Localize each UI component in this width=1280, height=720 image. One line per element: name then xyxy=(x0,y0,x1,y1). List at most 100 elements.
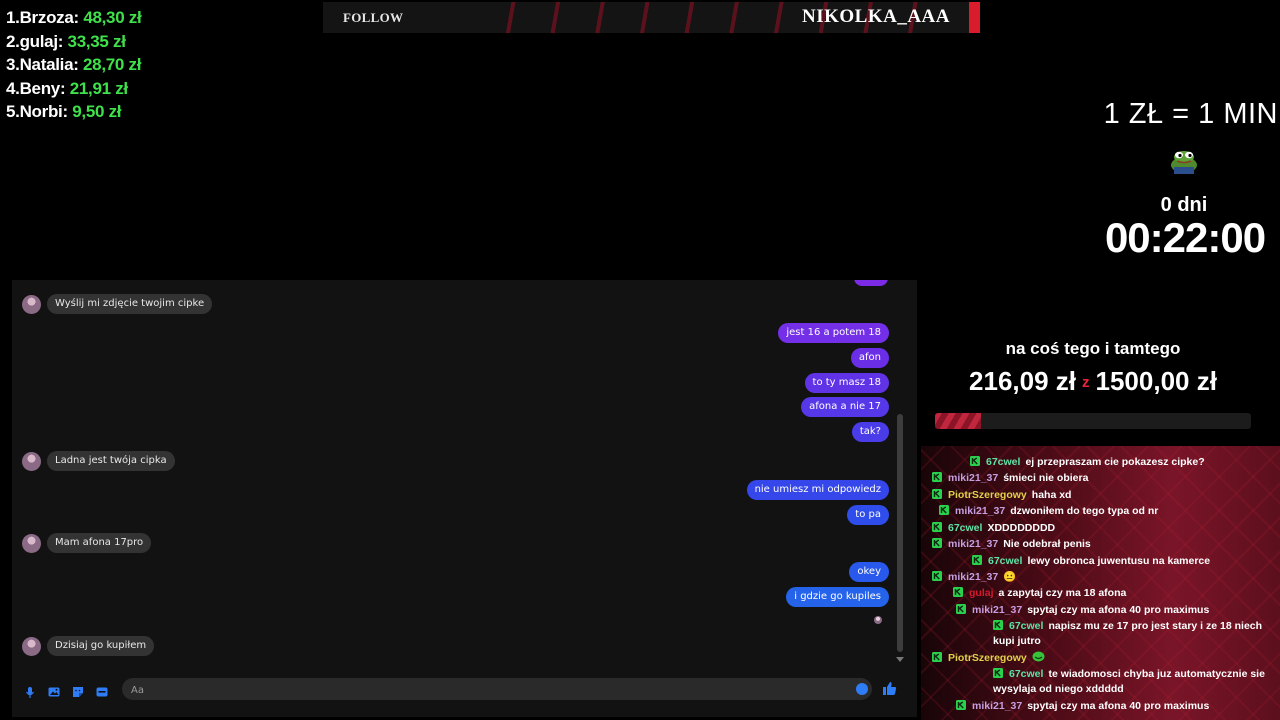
kick-badge-icon xyxy=(939,505,949,515)
message-input[interactable] xyxy=(122,679,822,702)
outgoing-message: okey xyxy=(849,562,889,582)
chat-username[interactable]: miki21_37 xyxy=(955,505,1005,517)
chat-username[interactable]: PiotrSzeregowy xyxy=(948,652,1027,664)
chat-username[interactable]: 67cwel xyxy=(986,456,1020,468)
chat-username[interactable]: miki21_37 xyxy=(948,472,998,484)
rank: 1. xyxy=(6,8,20,27)
subathon-rate: 1 ZŁ = 1 MIN xyxy=(1103,98,1278,130)
donor-name: Beny: xyxy=(19,78,66,98)
donor-amount: 28,70 zł xyxy=(83,55,142,74)
emoji-icon[interactable] xyxy=(856,683,868,695)
goal-amounts: 216,09 zł z 1500,00 zł xyxy=(935,366,1251,397)
rank: 5. xyxy=(6,102,20,121)
chat-message: 67cwel XDDDDDDDD xyxy=(932,521,1055,536)
follow-label: FOLLOW xyxy=(343,10,404,25)
kick-badge-icon xyxy=(932,489,942,499)
kick-badge-icon xyxy=(932,652,942,662)
chat-text: spytaj czy ma afona 40 pro maximus xyxy=(1027,700,1210,712)
incoming-message: Dzisiaj go kupiłem xyxy=(47,636,155,656)
chat-message: miki21_37 dzwoniłem do tego typa od nr xyxy=(939,504,1158,519)
chat-text: Nie odebrał penis xyxy=(1003,538,1091,550)
gif-icon[interactable] xyxy=(96,683,108,697)
message-input-bar[interactable] xyxy=(122,678,872,702)
donor-amount: 21,91 zł xyxy=(69,78,128,98)
chat-username[interactable]: miki21_37 xyxy=(972,604,1022,616)
chat-username[interactable]: gulaj xyxy=(969,587,994,599)
kick-badge-icon xyxy=(972,555,982,565)
chat-username[interactable]: miki21_37 xyxy=(948,571,998,583)
kick-badge-icon xyxy=(932,472,942,482)
goal-progress-fill xyxy=(935,413,981,429)
green-emote-icon xyxy=(1032,651,1045,664)
chat-text: 😐 xyxy=(1003,571,1017,583)
chat-message: PiotrSzeregowy xyxy=(932,651,1045,666)
incoming-message: Wyślij mi zdjęcie twojim cipke xyxy=(47,294,213,314)
rank: 2. xyxy=(6,31,20,51)
goal-current: 216,09 zł xyxy=(969,366,1077,396)
outgoing-message: i gdzie go kupiles xyxy=(786,587,889,607)
chat-username[interactable]: 67cwel xyxy=(988,555,1022,567)
contact-avatar xyxy=(22,534,41,553)
outgoing-bubble-partial xyxy=(854,280,888,286)
donor-name: gulaj: xyxy=(19,31,64,51)
chat-message: 67cwel te wiadomosci chyba juz automatycz… xyxy=(993,667,1272,697)
subathon-timer: 00:22:00 xyxy=(1104,214,1266,261)
kick-badge-icon xyxy=(993,668,1003,678)
stream-chat: 67cwel ej przepraszam cie pokazesz cipke?… xyxy=(921,446,1280,720)
messenger-window: Wyślij mi zdjęcie twojim cipke Ladna jest… xyxy=(12,280,917,717)
latest-follower-name: NIKOLKA_AAA xyxy=(801,6,950,27)
outgoing-message: jest 16 a potem 18 xyxy=(778,323,889,343)
goal-target: 1500,00 zł xyxy=(1095,366,1217,396)
kick-badge-icon xyxy=(993,620,1003,630)
chat-text: XDDDDDDDD xyxy=(987,522,1056,534)
contact-avatar xyxy=(22,295,41,314)
chat-username[interactable]: 67cwel xyxy=(948,522,982,534)
chat-text: a zapytaj czy ma 18 afona xyxy=(998,587,1127,599)
leaderboard-row: 1.Brzoza: 48,30 zł xyxy=(6,6,142,30)
chat-message: 67cwel lewy obronca juwentusu na kamerce xyxy=(972,554,1210,569)
kick-badge-icon xyxy=(932,538,942,548)
kick-badge-icon xyxy=(956,700,966,710)
leaderboard-row: 5.Norbi: 9,50 zł xyxy=(6,100,141,124)
donor-name: Natalia: xyxy=(19,55,79,74)
donor-name: Norbi: xyxy=(19,102,69,121)
outgoing-message: nie umiesz mi odpowiedz xyxy=(746,480,889,500)
thumbs-up-icon[interactable] xyxy=(882,681,897,696)
rank: 3. xyxy=(6,55,20,74)
outgoing-message: to pa xyxy=(847,505,889,525)
kick-badge-icon xyxy=(953,587,963,597)
donor-leaderboard: 1.Brzoza: 48,30 zł 2.gulaj: 33,35 zł 3.N… xyxy=(6,6,142,124)
chat-text: lewy obronca juwentusu na kamerce xyxy=(1027,555,1211,567)
donor-amount: 33,35 zł xyxy=(67,31,126,51)
scroll-down-arrow[interactable] xyxy=(896,657,904,662)
leaderboard-row: 3.Natalia: 28,70 zł xyxy=(6,53,141,77)
chat-username[interactable]: 67cwel xyxy=(1009,620,1043,632)
sticker-icon[interactable] xyxy=(72,683,84,697)
chat-text: dzwoniłem do tego typa od nr xyxy=(1010,505,1159,517)
goal-title: na coś tego i tamtego xyxy=(1005,339,1181,358)
microphone-icon[interactable] xyxy=(24,683,36,698)
donor-amount: 9,50 zł xyxy=(72,102,122,121)
outgoing-message: afona a nie 17 xyxy=(801,397,889,417)
outgoing-message: to ty masz 18 xyxy=(804,373,889,393)
seen-avatar-icon xyxy=(874,616,882,624)
chat-text: haha xd xyxy=(1031,489,1072,501)
chat-message: PiotrSzeregowy haha xd xyxy=(932,488,1071,503)
incoming-message: Mam afona 17pro xyxy=(47,533,152,553)
chat-username[interactable]: miki21_37 xyxy=(972,700,1022,712)
chat-message: miki21_37 😐 xyxy=(932,570,1016,585)
leaderboard-row: 2.gulaj: 33,35 zł xyxy=(6,30,141,54)
outgoing-message: afon xyxy=(850,348,889,368)
kick-badge-icon xyxy=(932,522,942,532)
pepe-frog-icon xyxy=(1168,148,1200,174)
scrollbar[interactable] xyxy=(897,414,903,652)
chat-username[interactable]: 67cwel xyxy=(1009,668,1043,680)
donor-name: Brzoza: xyxy=(19,8,80,27)
chat-text: ej przepraszam cie pokazesz cipke? xyxy=(1025,456,1205,468)
chat-username[interactable]: PiotrSzeregowy xyxy=(948,489,1027,501)
chat-username[interactable]: miki21_37 xyxy=(948,538,998,550)
banner-accent xyxy=(969,2,980,33)
chat-text: śmieci nie obiera xyxy=(1003,472,1089,484)
goal-separator: z xyxy=(1082,374,1090,391)
image-icon[interactable] xyxy=(48,683,60,697)
